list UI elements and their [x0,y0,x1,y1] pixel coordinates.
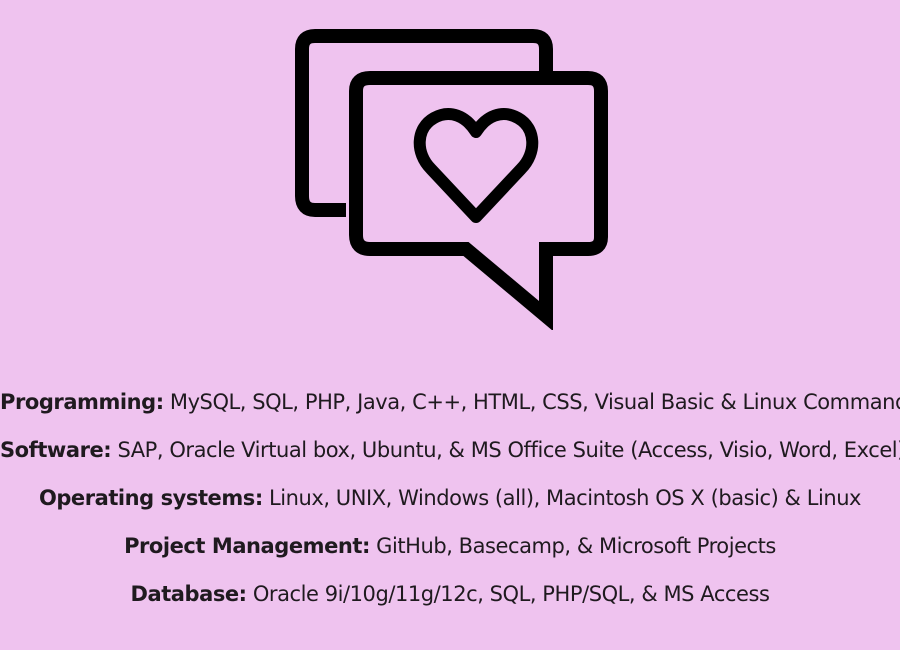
heart-icon [413,108,539,223]
skill-label: Software: [0,438,112,462]
front-speech-bubble-icon [349,71,608,330]
skill-value: GitHub, Basecamp, & Microsoft Projects [369,534,776,558]
skill-value: MySQL, SQL, PHP, Java, C++, HTML, CSS, V… [163,390,900,414]
skill-line-programming: Programming: MySQL, SQL, PHP, Java, C++,… [0,378,900,426]
skill-line-software: Software: SAP, Oracle Virtual box, Ubunt… [0,426,900,474]
skill-label: Programming: [0,390,164,414]
skill-label: Project Management: [124,534,370,558]
skill-line-operating-systems: Operating systems: Linux, UNIX, Windows … [0,474,900,522]
skill-line-database: Database: Oracle 9i/10g/11g/12c, SQL, PH… [0,570,900,618]
skill-line-project-management: Project Management: GitHub, Basecamp, & … [0,522,900,570]
skill-value: Linux, UNIX, Windows (all), Macintosh OS… [262,486,862,510]
skill-label: Database: [130,582,248,606]
skills-list: Programming: MySQL, SQL, PHP, Java, C++,… [0,378,900,618]
speech-bubbles-heart-icon [290,24,610,330]
skill-value: SAP, Oracle Virtual box, Ubuntu, & MS Of… [111,438,900,462]
skill-value: Oracle 9i/10g/11g/12c, SQL, PHP/SQL, & M… [246,582,770,606]
skill-label: Operating systems: [38,486,263,510]
